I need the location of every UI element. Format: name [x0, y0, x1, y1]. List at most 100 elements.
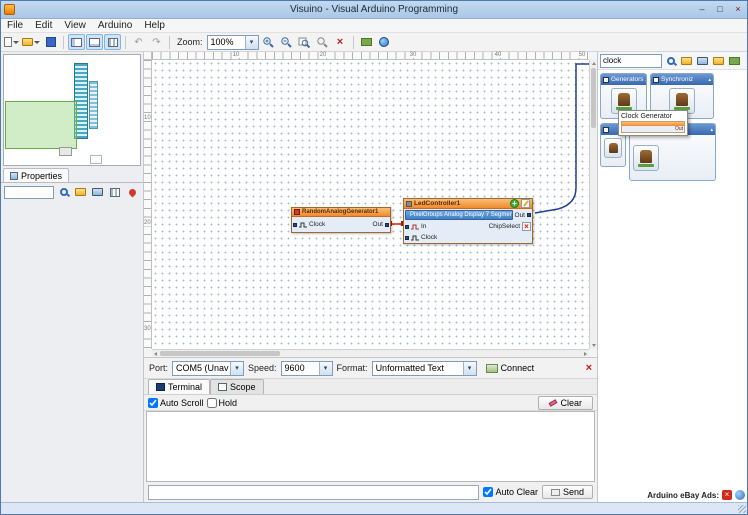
auto-clear-checkbox[interactable]: Auto Clear	[483, 487, 538, 497]
menu-file[interactable]: File	[1, 20, 29, 31]
vertical-scrollbar[interactable]	[589, 60, 597, 349]
wire-blue[interactable]	[534, 63, 589, 214]
tab-scope[interactable]: Scope	[210, 379, 264, 394]
properties-expand-button[interactable]	[90, 185, 105, 199]
component-header[interactable]: LedController1 +	[404, 199, 532, 209]
toggle-right-panel-button[interactable]	[104, 34, 121, 50]
zoom-dropdown-icon[interactable]: ▾	[244, 35, 258, 49]
toggle-bottom-panel-button[interactable]	[86, 34, 103, 50]
maximize-button[interactable]: □	[711, 3, 729, 17]
in-input-pin[interactable]	[405, 224, 409, 229]
palette-view-button[interactable]	[727, 54, 742, 68]
pin-row: Clock	[404, 232, 532, 243]
properties-tab-row: Properties	[1, 168, 143, 183]
menu-view[interactable]: View	[58, 20, 92, 31]
hold-checkbox[interactable]: Hold	[206, 397, 237, 408]
design-overview-minimap[interactable]	[3, 54, 141, 166]
auto-scroll-checkbox[interactable]: Auto Scroll	[148, 397, 204, 408]
send-input[interactable]	[148, 484, 480, 500]
resize-grip[interactable]	[738, 505, 746, 513]
component-item[interactable]	[604, 138, 622, 158]
tab-properties[interactable]: Properties	[3, 168, 70, 182]
port-dropdown-icon[interactable]: ▾	[230, 361, 244, 375]
add-element-button[interactable]: +	[510, 199, 519, 208]
close-button[interactable]: ×	[729, 3, 747, 17]
broken-connection-icon[interactable]: ×	[522, 222, 531, 231]
menu-arduino[interactable]: Arduino	[92, 20, 138, 31]
menu-edit[interactable]: Edit	[29, 20, 58, 31]
clock-input-pin[interactable]	[293, 222, 297, 227]
scroll-left-icon[interactable]	[154, 352, 157, 356]
minimize-button[interactable]: –	[693, 3, 711, 17]
main-toolbar: ↶ ↷ Zoom: 100% ▾ ×	[1, 33, 747, 52]
clear-button[interactable]: Clear	[538, 395, 593, 410]
disconnect-button[interactable]: ×	[586, 362, 592, 374]
out-output-pin[interactable]	[385, 222, 389, 227]
minimap-viewport[interactable]	[5, 101, 77, 149]
menu-help[interactable]: Help	[138, 20, 171, 31]
component-random-analog-generator[interactable]: RandomAnalogGenerator1 Clock Out	[291, 207, 391, 233]
zoom-out-icon	[281, 37, 292, 48]
properties-search-button[interactable]	[56, 185, 71, 199]
format-select[interactable]: Unformatted Text ▾	[371, 360, 477, 376]
vertical-scroll-thumb[interactable]	[591, 68, 596, 128]
component-item[interactable]	[633, 145, 659, 171]
design-canvas[interactable]: RandomAnalogGenerator1 Clock Out LedCont…	[152, 60, 589, 349]
palette-search-input[interactable]	[600, 53, 662, 68]
ad-blue-icon[interactable]	[735, 490, 745, 500]
speed-label: Speed:	[248, 363, 277, 373]
undo-button[interactable]: ↶	[130, 34, 147, 50]
auto-scroll-check[interactable]	[148, 397, 158, 408]
collapse-icon[interactable]: ▴	[710, 127, 713, 133]
speed-select[interactable]: 9600 ▾	[280, 360, 333, 376]
edit-elements-button[interactable]	[521, 199, 530, 208]
horizontal-scrollbar[interactable]	[152, 349, 589, 357]
zoom-fit-button[interactable]	[296, 34, 313, 50]
zoom-in-button[interactable]	[260, 34, 277, 50]
section-header[interactable]: Generators ▴	[601, 74, 646, 85]
zoom-actual-button[interactable]	[314, 34, 331, 50]
zoom-fit-icon	[298, 37, 311, 48]
zoom-out-button[interactable]	[278, 34, 295, 50]
scroll-up-icon[interactable]	[592, 62, 596, 65]
subelement-pixelgroups[interactable]: PixelGroups Analog Display 7 Segments1 ×	[405, 210, 513, 220]
out-output-pin[interactable]	[527, 213, 531, 217]
section-header[interactable]: Synchroniz ▴	[651, 74, 713, 85]
new-button[interactable]	[3, 34, 20, 50]
palette-collapse-all-button[interactable]	[711, 54, 726, 68]
clock-input-pin[interactable]	[405, 235, 409, 240]
scroll-down-icon[interactable]	[592, 344, 596, 347]
speed-dropdown-icon[interactable]: ▾	[318, 361, 332, 375]
category-icon	[653, 76, 659, 83]
auto-clear-check[interactable]	[483, 487, 494, 497]
properties-empty-area	[1, 201, 143, 502]
port-select[interactable]: COM5 (Unav ▾	[172, 360, 245, 376]
component-header[interactable]: RandomAnalogGenerator1	[292, 208, 390, 217]
properties-category-button[interactable]	[73, 185, 88, 199]
collapse-icon[interactable]: ▴	[708, 77, 711, 83]
zoom-select[interactable]: 100% ▾	[206, 34, 259, 50]
delete-button[interactable]: ×	[332, 34, 349, 50]
component-led-controller[interactable]: LedController1 + PixelGroups Analog Disp…	[403, 198, 533, 244]
properties-filter-input[interactable]	[4, 185, 54, 199]
connect-button[interactable]: Connect	[481, 361, 540, 375]
scroll-right-icon[interactable]	[584, 352, 587, 356]
format-dropdown-icon[interactable]: ▾	[462, 361, 476, 375]
palette-expand-all-button[interactable]	[695, 54, 710, 68]
properties-sort-button[interactable]	[107, 185, 122, 199]
hold-check[interactable]	[206, 397, 217, 408]
web-button[interactable]	[376, 34, 393, 50]
tab-terminal[interactable]: Terminal	[148, 379, 211, 394]
properties-pin-button[interactable]	[125, 185, 140, 199]
send-button[interactable]: Send	[541, 485, 593, 499]
toggle-left-panel-button[interactable]	[68, 34, 85, 50]
compile-button[interactable]	[358, 34, 375, 50]
horizontal-scroll-thumb[interactable]	[160, 351, 280, 356]
ad-red-icon[interactable]: ×	[722, 490, 732, 500]
terminal-output[interactable]	[146, 411, 595, 482]
open-button[interactable]	[21, 34, 41, 50]
save-button[interactable]	[42, 34, 59, 50]
redo-button[interactable]: ↷	[148, 34, 165, 50]
palette-filter-button[interactable]	[679, 54, 694, 68]
palette-search-button[interactable]	[663, 54, 678, 68]
